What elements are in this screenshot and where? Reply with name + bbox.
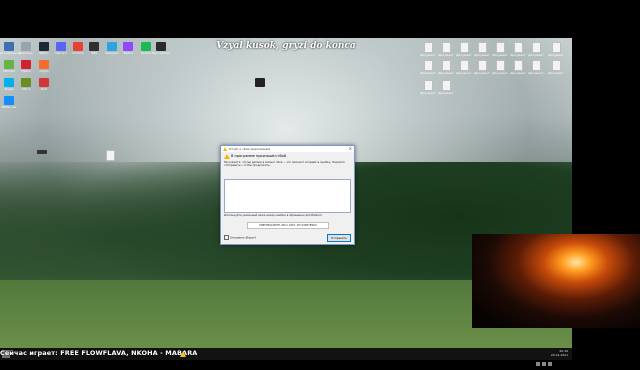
network-icon[interactable]: [536, 362, 540, 366]
desktop-icon-left[interactable]: GTA V: [20, 78, 32, 91]
app-icon: [4, 96, 14, 105]
desktop-icon-label: Riot: [41, 88, 47, 91]
warning-icon: [224, 154, 230, 159]
app-icon: [39, 60, 49, 69]
document-icon: [495, 60, 505, 71]
document-icon: [423, 42, 433, 53]
clock-date: 20.01.2021: [550, 353, 568, 357]
desktop-document-icon[interactable]: Документ: [548, 60, 564, 75]
error-id-field[interactable]: E9BF3B69-BE3E-4ECC-9367-1FC445B7B9D0: [247, 222, 329, 229]
desktop-document-icon[interactable]: Документ: [420, 60, 436, 75]
app-icon: [21, 42, 31, 51]
now-playing-ticker: Сейчас играет: FREE FLOWFLAVA, NKOHA - M…: [0, 349, 198, 357]
document-icon: [441, 80, 451, 91]
desktop-document-icon[interactable]: Документ: [528, 60, 544, 75]
desktop-document-icon[interactable]: Документ: [438, 42, 454, 57]
desktop-app-icon[interactable]: [254, 78, 266, 89]
desktop-document-icon[interactable]: Документ: [456, 42, 472, 57]
comment-textarea[interactable]: [224, 179, 351, 213]
dialog-heading: В программе произошёл сбой: [231, 154, 287, 158]
checkbox-label: Отправить Blizzard: [230, 236, 256, 240]
send-checkbox[interactable]: Отправить Blizzard: [224, 235, 256, 240]
error-report-dialog: Отчёт о сбое приложения ✕ В программе пр…: [220, 145, 355, 245]
desktop-document-icon[interactable]: Документ: [510, 42, 526, 57]
desktop-file-icon[interactable]: [104, 150, 116, 161]
clock[interactable]: 20:16 20.01.2021: [551, 349, 568, 357]
warning-icon[interactable]: [180, 351, 186, 357]
desktop-icon-label: Документ: [548, 54, 564, 57]
document-icon: [531, 60, 541, 71]
dialog-body: Расскажите, что вы делали в момент сбоя …: [224, 161, 345, 168]
desktop-icon-label: Origin: [39, 70, 49, 73]
language-icon[interactable]: [548, 362, 552, 366]
dialog-title: Отчёт о сбое приложения: [229, 147, 271, 151]
app-icon: [4, 60, 14, 69]
app-icon: [4, 78, 14, 87]
app-icon: [4, 42, 14, 51]
document-icon: [459, 60, 469, 71]
document-icon: [551, 42, 561, 53]
app-icon: [56, 42, 66, 51]
document-icon: [441, 60, 451, 71]
desktop-icon-left[interactable]: Twitch: [122, 42, 134, 55]
desktop-icon-label: Документ: [548, 72, 564, 75]
desktop-document-icon[interactable]: Документ: [438, 80, 454, 95]
desktop-document-icon[interactable]: Документ: [438, 60, 454, 75]
app-icon: [73, 42, 83, 51]
document-icon: [551, 60, 561, 71]
app-icon: [107, 42, 117, 51]
desktop-document-icon[interactable]: Документ: [420, 80, 436, 95]
document-icon: [513, 60, 523, 71]
desktop-icon-label: Epic Games: [152, 52, 170, 55]
checkbox-icon[interactable]: [224, 235, 229, 240]
app-icon: [39, 42, 49, 51]
desktop-icon-label: Battle.net: [1, 106, 17, 109]
desktop-icon-left[interactable]: Epic Games: [152, 42, 170, 55]
volume-icon[interactable]: [542, 362, 546, 366]
desktop-document-icon[interactable]: Документ: [492, 60, 508, 75]
document-icon: [441, 42, 451, 53]
desktop-document-icon[interactable]: Документ: [528, 42, 544, 57]
desktop-icon-left[interactable]: Корзина: [19, 42, 33, 55]
app-icon: [89, 42, 99, 51]
webcam-video-overlay: [472, 234, 640, 328]
desktop-icon-left[interactable]: Origin: [38, 60, 50, 73]
app-icon: [39, 78, 49, 87]
desktop-document-icon[interactable]: Документ: [548, 42, 564, 57]
dialog-footer-text: Используйте указанный ниже номер ошибки …: [224, 214, 322, 217]
document-icon: [459, 42, 469, 53]
app-icon: [123, 42, 133, 51]
desktop-document-icon[interactable]: Документ: [510, 60, 526, 75]
desktop-document-icon[interactable]: Документ: [420, 42, 436, 57]
desktop-document-icon[interactable]: Документ: [456, 60, 472, 75]
desktop-icon-left[interactable]: Riot: [38, 78, 50, 91]
send-button[interactable]: Отправить: [327, 234, 351, 242]
dialog-header: В программе произошёл сбой: [221, 152, 354, 161]
document-icon: [423, 80, 433, 91]
desktop-icon-left[interactable]: Opera: [20, 60, 32, 73]
document-icon: [531, 42, 541, 53]
warning-icon: [223, 147, 227, 151]
app-icon: [21, 60, 31, 69]
document-icon: [477, 60, 487, 71]
document-icon: [495, 42, 505, 53]
desktop-document-icon[interactable]: Документ: [492, 42, 508, 57]
system-tray-icons: [534, 351, 552, 370]
desktop-icon-left[interactable]: OBS: [88, 42, 100, 55]
desktop-app-icon[interactable]: [36, 150, 48, 161]
app-icon: [141, 42, 151, 51]
document-icon: [513, 42, 523, 53]
app-icon: [21, 78, 31, 87]
desktop-document-icon[interactable]: Документ: [474, 60, 490, 75]
document-icon: [423, 60, 433, 71]
desktop-icon-left[interactable]: Battle.net: [2, 96, 16, 109]
desktop-document-icon[interactable]: Документ: [474, 42, 490, 57]
app-icon: [156, 42, 166, 51]
document-icon: [477, 42, 487, 53]
desktop-icon-label: Документ: [438, 92, 454, 95]
